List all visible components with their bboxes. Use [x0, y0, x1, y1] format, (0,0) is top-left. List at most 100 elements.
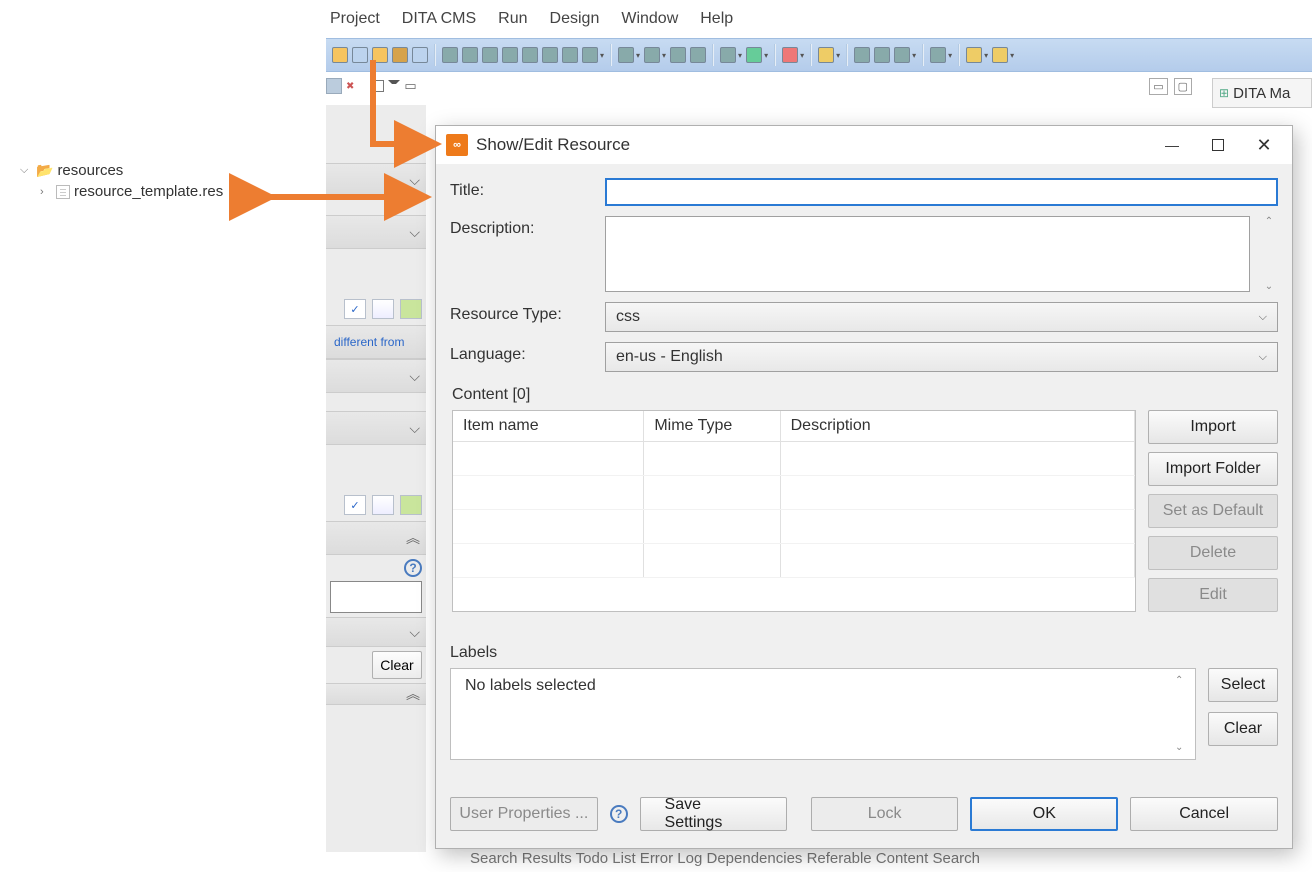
menu-window[interactable]: Window	[617, 8, 682, 30]
spin-down-icon[interactable]: ⌄	[1265, 281, 1273, 292]
toolbar-icon[interactable]	[618, 47, 634, 63]
section-collapse[interactable]: ⌵	[326, 411, 426, 445]
forward-icon[interactable]	[992, 47, 1008, 63]
help-icon[interactable]: ?	[610, 805, 628, 823]
save-settings-button[interactable]: Save Settings	[640, 797, 787, 831]
restore-icon[interactable]: ▢	[1174, 78, 1192, 95]
section-collapse[interactable]: ︽	[326, 521, 426, 555]
lock-button[interactable]: Lock	[811, 797, 959, 831]
toolbar-icon[interactable]	[670, 47, 686, 63]
chevron-down-icon[interactable]: ⌵	[20, 164, 32, 177]
toolbar-icon[interactable]	[644, 47, 660, 63]
section-collapse[interactable]: ⌵	[326, 163, 426, 197]
checkbox-empty-icon[interactable]	[372, 495, 394, 515]
spin-up-icon[interactable]: ⌃	[1265, 216, 1273, 227]
toolbar-icon[interactable]	[894, 47, 910, 63]
description-textarea[interactable]	[605, 216, 1250, 292]
toolbar-icon[interactable]	[690, 47, 706, 63]
ok-button[interactable]: OK	[970, 797, 1118, 831]
minimize-icon[interactable]: ▭	[404, 78, 416, 94]
link-row: different from	[326, 325, 426, 359]
toolbar-icon[interactable]	[462, 47, 478, 63]
toolbar-icon[interactable]	[522, 47, 538, 63]
minimize-icon[interactable]: ▭	[1149, 78, 1167, 95]
menu-project[interactable]: Project	[326, 8, 384, 30]
toolbar-icon[interactable]	[392, 47, 408, 63]
save-icon[interactable]	[326, 78, 342, 94]
toolbar-icon[interactable]	[818, 47, 834, 63]
import-button[interactable]: Import	[1148, 410, 1278, 444]
edit-button[interactable]: Edit	[1148, 578, 1278, 612]
window-controls: — ✕	[1158, 133, 1278, 157]
back-icon[interactable]	[966, 47, 982, 63]
menu-dita-cms[interactable]: DITA CMS	[398, 8, 480, 30]
section-collapse[interactable]: ︽	[326, 683, 426, 705]
dropdown-row[interactable]: ⌵	[326, 617, 426, 647]
set-default-button[interactable]: Set as Default	[1148, 494, 1278, 528]
title-input[interactable]	[605, 178, 1278, 206]
toolbar-icon[interactable]	[332, 47, 348, 63]
toolbar-icon[interactable]	[562, 47, 578, 63]
clear-button[interactable]: Clear	[372, 651, 422, 679]
select-button[interactable]: Select	[1208, 668, 1278, 702]
content-table[interactable]: Item name Mime Type Description	[452, 410, 1136, 612]
toolbar-icon[interactable]	[930, 47, 946, 63]
action-icon[interactable]	[400, 299, 422, 319]
clear-labels-button[interactable]: Clear	[1208, 712, 1278, 746]
language-label: Language:	[450, 342, 595, 364]
toolbar-icon[interactable]	[720, 47, 736, 63]
toolbar-separator	[846, 44, 848, 66]
section-collapse[interactable]: ⌵	[326, 215, 426, 249]
toolbar-icon[interactable]	[352, 47, 368, 63]
import-folder-button[interactable]: Import Folder	[1148, 452, 1278, 486]
panel-icon[interactable]	[372, 80, 384, 92]
spin-up-icon[interactable]: ⌃	[1175, 675, 1191, 686]
toolbar-icon[interactable]	[412, 47, 428, 63]
menu-run[interactable]: Run	[494, 8, 531, 30]
toolbar-icon[interactable]	[782, 47, 798, 63]
tree-folder-resources[interactable]: ⌵ 📂 resources	[20, 160, 223, 181]
checkbox-checked-icon[interactable]	[344, 299, 366, 319]
maximize-icon[interactable]	[1204, 133, 1232, 157]
diff-link[interactable]: different from	[330, 329, 404, 355]
cancel-button[interactable]: Cancel	[1130, 797, 1278, 831]
toolbar-icon[interactable]	[854, 47, 870, 63]
language-select[interactable]: en-us - English ⌵	[605, 342, 1278, 372]
description-label: Description:	[450, 216, 595, 238]
toolbar-icon[interactable]	[442, 47, 458, 63]
toolbar-icon[interactable]	[542, 47, 558, 63]
right-tab[interactable]: ⊞ DITA Ma	[1212, 78, 1312, 108]
user-properties-button[interactable]: User Properties ...	[450, 797, 598, 831]
checkbox-empty-icon[interactable]	[372, 299, 394, 319]
toolbar-icon[interactable]	[582, 47, 598, 63]
resource-type-select[interactable]: css ⌵	[605, 302, 1278, 332]
panel-dropdown-icon[interactable]	[388, 80, 400, 92]
close-icon[interactable]: ✕	[1250, 133, 1278, 157]
table-row[interactable]	[453, 544, 1135, 578]
help-icon[interactable]: ?	[404, 559, 422, 577]
checkbox-checked-icon[interactable]	[344, 495, 366, 515]
delete-button[interactable]: Delete	[1148, 536, 1278, 570]
table-row[interactable]	[453, 510, 1135, 544]
menu-help[interactable]: Help	[696, 8, 737, 30]
minimize-icon[interactable]: —	[1158, 133, 1186, 157]
delete-icon[interactable]: ✖	[346, 81, 354, 92]
menu-design[interactable]: Design	[546, 8, 604, 30]
chevron-right-icon[interactable]: ›	[40, 186, 52, 198]
action-icon[interactable]	[400, 495, 422, 515]
toolbar-icon[interactable]	[372, 47, 388, 63]
tree-file-resource-template[interactable]: › resource_template.res	[40, 181, 223, 202]
col-mime-type: Mime Type	[644, 411, 780, 442]
text-field[interactable]	[330, 581, 422, 613]
table-row[interactable]	[453, 442, 1135, 476]
toolbar-icon[interactable]	[482, 47, 498, 63]
table-row[interactable]	[453, 476, 1135, 510]
section-collapse[interactable]: ⌵	[326, 359, 426, 393]
project-tree: ⌵ 📂 resources › resource_template.res	[20, 160, 223, 202]
toolbar-icon[interactable]	[874, 47, 890, 63]
spin-down-icon[interactable]: ⌄	[1175, 742, 1191, 753]
toolbar-icon[interactable]	[502, 47, 518, 63]
labels-buttons: Select Clear	[1208, 668, 1278, 760]
toolbar-icon[interactable]	[746, 47, 762, 63]
labels-box[interactable]: No labels selected ⌃ ⌄	[450, 668, 1196, 760]
